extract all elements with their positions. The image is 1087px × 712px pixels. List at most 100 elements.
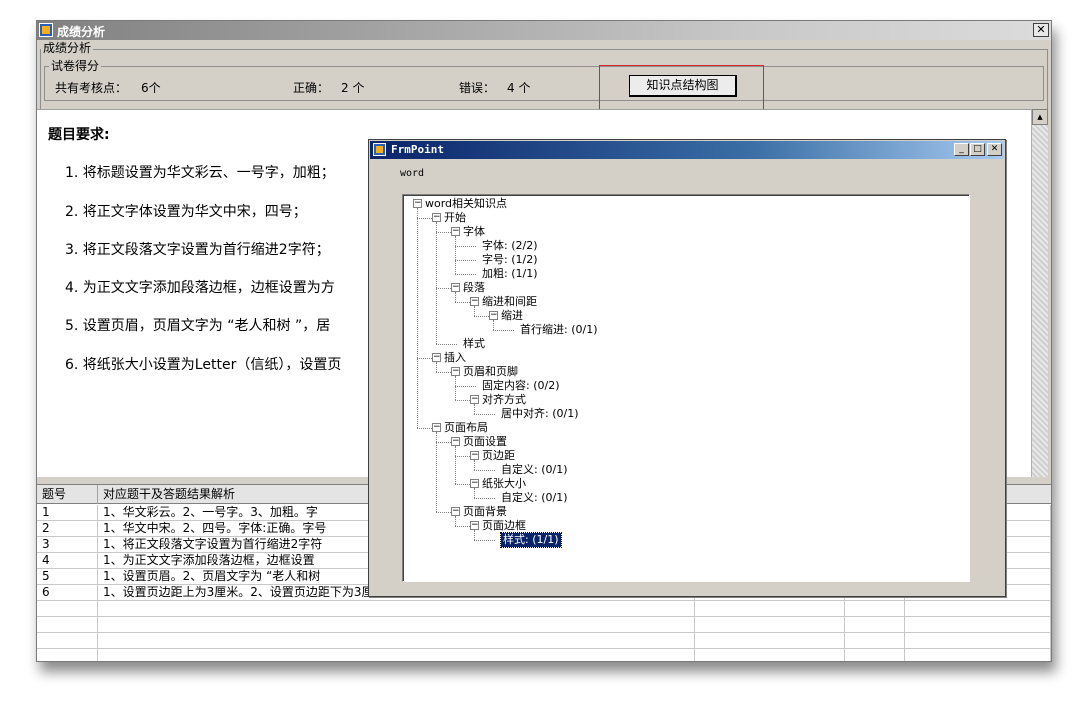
tree-node[interactable]: 页边距 xyxy=(482,449,515,463)
tree-node[interactable]: 居中对齐: (0/1) xyxy=(501,407,579,421)
score-groupbox-title: 试卷得分 xyxy=(49,59,102,73)
tree-collapse-icon[interactable]: − xyxy=(470,451,479,460)
tree-connector xyxy=(455,516,456,526)
tree-node[interactable]: 缩进和间距 xyxy=(482,295,537,309)
table-cell: 4 xyxy=(37,553,98,569)
tree-connector xyxy=(455,400,470,401)
tree-connector xyxy=(436,288,451,289)
question-item: 6. 将纸张大小设置为Letter（信纸），设置页 xyxy=(65,357,342,373)
frmpoint-close-button[interactable]: ✕ xyxy=(987,143,1002,156)
tree-node[interactable]: 样式: (1/1) xyxy=(500,532,562,548)
question-item: 3. 将正文段落文字设置为首行缩进2字符； xyxy=(65,242,330,258)
tree-node[interactable]: 页面边框 xyxy=(482,519,526,533)
total-points-value: 6个 xyxy=(141,81,161,95)
tree-node[interactable]: 字号: (1/2) xyxy=(482,253,538,267)
tree-connector xyxy=(493,330,514,331)
tree-collapse-icon[interactable]: − xyxy=(451,507,460,516)
minimize-button[interactable]: _ xyxy=(954,143,969,156)
table-cell xyxy=(845,633,905,649)
tree-connector xyxy=(436,344,457,345)
table-cell xyxy=(37,649,98,661)
table-row[interactable] xyxy=(37,617,1051,633)
total-points-label: 共有考核点： xyxy=(55,81,128,95)
frmpoint-titlebar[interactable]: FrmPoint _ □ ✕ xyxy=(370,141,1004,159)
tree-node[interactable]: 页面布局 xyxy=(444,421,488,435)
table-cell xyxy=(98,601,695,617)
tree-connector xyxy=(474,498,495,499)
tree-collapse-icon[interactable]: − xyxy=(432,423,441,432)
main-titlebar[interactable]: 成绩分析 ✕ xyxy=(37,21,1051,40)
question-scrollbar[interactable]: ▲ xyxy=(1031,109,1048,477)
tree-node[interactable]: 自定义: (0/1) xyxy=(501,463,568,477)
tree-node[interactable]: 开始 xyxy=(444,211,466,225)
tree-node[interactable]: 纸张大小 xyxy=(482,477,526,491)
table-cell: 6 xyxy=(37,585,98,601)
tree-connector xyxy=(417,218,432,219)
tree-node[interactable]: 字体: (2/2) xyxy=(482,239,538,253)
tree-node[interactable]: 首行缩进: (0/1) xyxy=(520,323,598,337)
tree-connector xyxy=(474,530,475,540)
tree-connector xyxy=(474,460,475,470)
tree-node[interactable]: word相关知识点 xyxy=(425,197,507,211)
wrong-label: 错误： xyxy=(459,81,496,95)
tree-node[interactable]: 加粗: (1/1) xyxy=(482,267,538,281)
tree-collapse-icon[interactable]: − xyxy=(470,297,479,306)
question-item: 5. 设置页眉，页眉文字为 “老人和树 ”，居 xyxy=(65,318,331,334)
table-row[interactable] xyxy=(37,601,1051,617)
tree-node[interactable]: 页面设置 xyxy=(463,435,507,449)
tree-node[interactable]: 缩进 xyxy=(501,309,523,323)
tree-collapse-icon[interactable]: − xyxy=(489,311,498,320)
frmpoint-window: FrmPoint _ □ ✕ word − word相关知识点 − 开始 − 字体 字体: … xyxy=(368,139,1006,597)
tree-node[interactable]: 字体 xyxy=(463,225,485,239)
table-cell xyxy=(845,617,905,633)
tree-connector xyxy=(474,540,495,541)
window-title: 成绩分析 xyxy=(57,25,106,39)
table-cell xyxy=(905,649,1051,661)
table-cell xyxy=(695,601,845,617)
tree-connector xyxy=(436,442,451,443)
tree-collapse-icon[interactable]: − xyxy=(470,521,479,530)
tree-collapse-icon[interactable]: − xyxy=(413,199,422,208)
knowledge-tree[interactable]: − word相关知识点 − 开始 − 字体 字体: (2/2) 字号: (1/2) 加粗: (1… xyxy=(402,194,970,582)
tree-connector xyxy=(455,386,476,387)
table-cell xyxy=(695,617,845,633)
table-cell xyxy=(98,649,695,661)
tree-node[interactable]: 段落 xyxy=(463,281,485,295)
tree-collapse-icon[interactable]: − xyxy=(432,353,441,362)
table-cell xyxy=(905,601,1051,617)
tree-connector xyxy=(474,414,495,415)
tree-node[interactable]: 对齐方式 xyxy=(482,393,526,407)
question-item: 2. 将正文字体设置为华文中宋，四号； xyxy=(65,204,307,220)
scroll-up-arrow-icon[interactable]: ▲ xyxy=(1032,109,1048,125)
tree-connector xyxy=(474,470,495,471)
tree-node[interactable]: 插入 xyxy=(444,351,466,365)
close-button[interactable]: ✕ xyxy=(1033,23,1049,37)
tree-collapse-icon[interactable]: − xyxy=(451,227,460,236)
tree-collapse-icon[interactable]: − xyxy=(451,283,460,292)
table-row[interactable] xyxy=(37,649,1051,661)
table-cell xyxy=(695,649,845,661)
tree-connector xyxy=(436,432,437,512)
tree-collapse-icon[interactable]: − xyxy=(432,213,441,222)
tree-collapse-icon[interactable]: − xyxy=(470,479,479,488)
table-row[interactable] xyxy=(37,633,1051,649)
frmpoint-app-icon xyxy=(373,143,386,156)
table-cell xyxy=(37,601,98,617)
table-cell: 2 xyxy=(37,521,98,537)
tree-node[interactable]: 页面背景 xyxy=(463,505,507,519)
tree-connector xyxy=(455,274,476,275)
tree-connector xyxy=(455,246,476,247)
tree-node[interactable]: 自定义: (0/1) xyxy=(501,491,568,505)
tree-node[interactable]: 固定内容: (0/2) xyxy=(482,379,560,393)
tree-collapse-icon[interactable]: − xyxy=(451,367,460,376)
table-cell xyxy=(905,617,1051,633)
tree-node[interactable]: 样式 xyxy=(463,337,485,351)
column-header-number[interactable]: 题号 xyxy=(37,485,98,504)
maximize-button[interactable]: □ xyxy=(970,143,985,156)
subject-label: word xyxy=(400,168,425,179)
table-cell xyxy=(845,649,905,661)
tree-collapse-icon[interactable]: − xyxy=(470,395,479,404)
tree-collapse-icon[interactable]: − xyxy=(451,437,460,446)
tree-node[interactable]: 页眉和页脚 xyxy=(463,365,518,379)
frmpoint-title: FrmPoint xyxy=(391,143,444,156)
